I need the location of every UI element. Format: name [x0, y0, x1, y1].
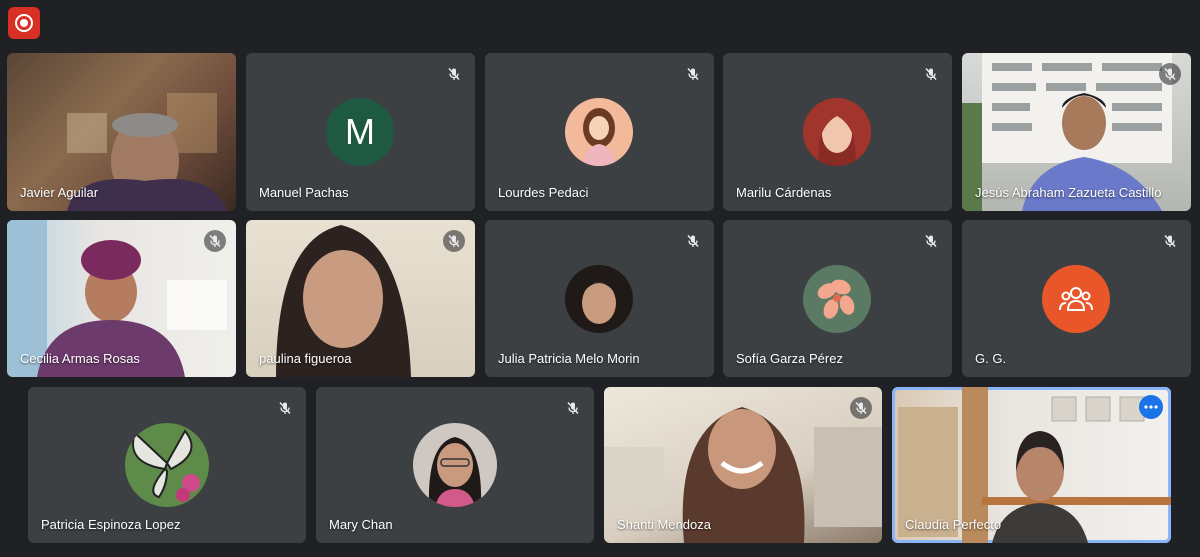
participant-name: Julia Patricia Melo Morin [498, 351, 640, 366]
group-icon [1059, 287, 1093, 311]
more-options-button[interactable] [1139, 395, 1163, 419]
mic-off-icon [1159, 63, 1181, 85]
participant-name: paulina figueroa [259, 351, 352, 366]
mic-off-icon [443, 63, 465, 85]
participant-tile-sofia-garza[interactable]: Sofía Garza Pérez [723, 220, 952, 377]
avatar [413, 423, 497, 507]
participant-tile-julia-melo[interactable]: Julia Patricia Melo Morin [485, 220, 714, 377]
butterfly-avatar-icon [132, 429, 200, 502]
participant-tile-claudia-perfecto[interactable]: Claudia Perfecto [892, 387, 1171, 543]
mic-off-icon [920, 230, 942, 252]
participant-tile-mary-chan[interactable]: Mary Chan [316, 387, 594, 543]
participant-name: Manuel Pachas [259, 185, 349, 200]
participant-tile-paulina-figueroa[interactable]: paulina figueroa [246, 220, 475, 377]
mic-off-icon [274, 397, 296, 419]
avatar [565, 98, 633, 166]
more-options-icon [1144, 405, 1158, 409]
participant-name: G. G. [975, 351, 1007, 366]
participant-tile-marilu-cardenas[interactable]: Marilu Cárdenas [723, 53, 952, 211]
participant-tile-manuel-pachas[interactable]: M Manuel Pachas [246, 53, 475, 211]
avatar-photo [803, 98, 871, 166]
participant-name: Claudia Perfecto [905, 517, 1002, 532]
avatar-photo [428, 437, 482, 507]
avatar [565, 265, 633, 333]
mic-off-icon [682, 230, 704, 252]
participant-name: Patricia Espinoza Lopez [41, 517, 181, 532]
participant-tile-patricia-espinoza[interactable]: Patricia Espinoza Lopez [28, 387, 306, 543]
mic-off-icon [562, 397, 584, 419]
record-icon [15, 14, 33, 32]
avatar-photo [581, 282, 617, 324]
participant-name: Mary Chan [329, 517, 393, 532]
participant-name: Marilu Cárdenas [736, 185, 832, 200]
flower-avatar-icon [817, 279, 855, 319]
avatar [803, 98, 871, 166]
participant-name: Lourdes Pedaci [498, 185, 589, 200]
avatar [803, 265, 871, 333]
participant-name: Sofía Garza Pérez [736, 351, 843, 366]
record-button[interactable] [8, 7, 40, 39]
participant-tile-jesus-zazueta[interactable]: Jesús Abraham Zazueta Castillo [962, 53, 1191, 211]
avatar-letter: M [345, 111, 375, 152]
participant-tile-g-g[interactable]: G. G. [962, 220, 1191, 377]
mic-off-icon [920, 63, 942, 85]
avatar: M [326, 98, 394, 166]
participant-name: Javier Aguilar [20, 185, 99, 200]
mic-off-icon [682, 63, 704, 85]
participant-name: Jesús Abraham Zazueta Castillo [975, 185, 1162, 200]
participant-tile-lourdes-pedaci[interactable]: Lourdes Pedaci [485, 53, 714, 211]
mic-off-icon [204, 230, 226, 252]
avatar-illustration [583, 108, 615, 166]
participant-tile-javier-aguilar[interactable]: Javier Aguilar [7, 53, 236, 211]
avatar [125, 423, 209, 507]
participant-tile-cecilia-armas[interactable]: Cecilia Armas Rosas [7, 220, 236, 377]
avatar [1042, 265, 1110, 333]
participant-tile-shanti-mendoza[interactable]: Shanti Mendoza [604, 387, 882, 543]
participant-name: Shanti Mendoza [617, 517, 711, 532]
participant-name: Cecilia Armas Rosas [20, 351, 140, 366]
mic-off-icon [443, 230, 465, 252]
mic-off-icon [850, 397, 872, 419]
mic-off-icon [1159, 230, 1181, 252]
